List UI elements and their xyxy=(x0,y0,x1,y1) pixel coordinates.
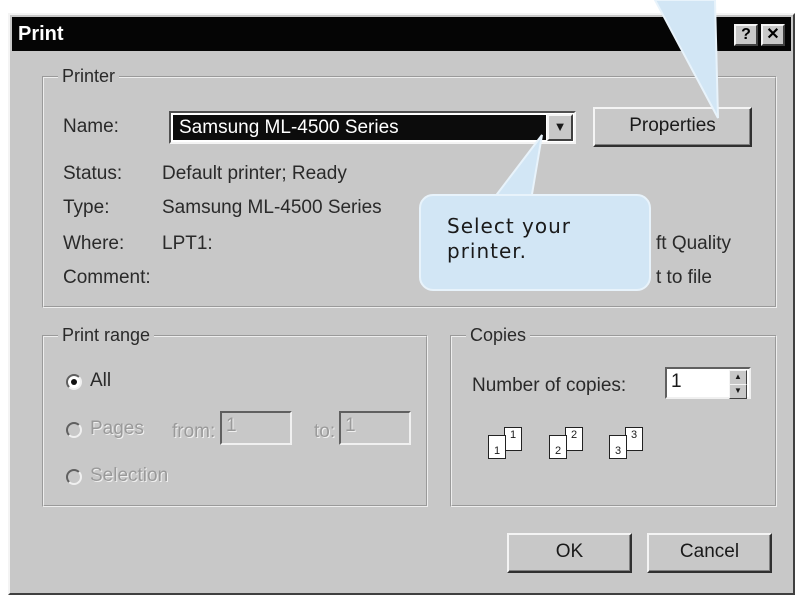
callout-bubble: Select your printer. xyxy=(419,194,651,291)
properties-pointer-arrow xyxy=(653,0,719,119)
callout-pointers xyxy=(485,0,719,207)
callout-text: Select your printer. xyxy=(447,214,572,263)
